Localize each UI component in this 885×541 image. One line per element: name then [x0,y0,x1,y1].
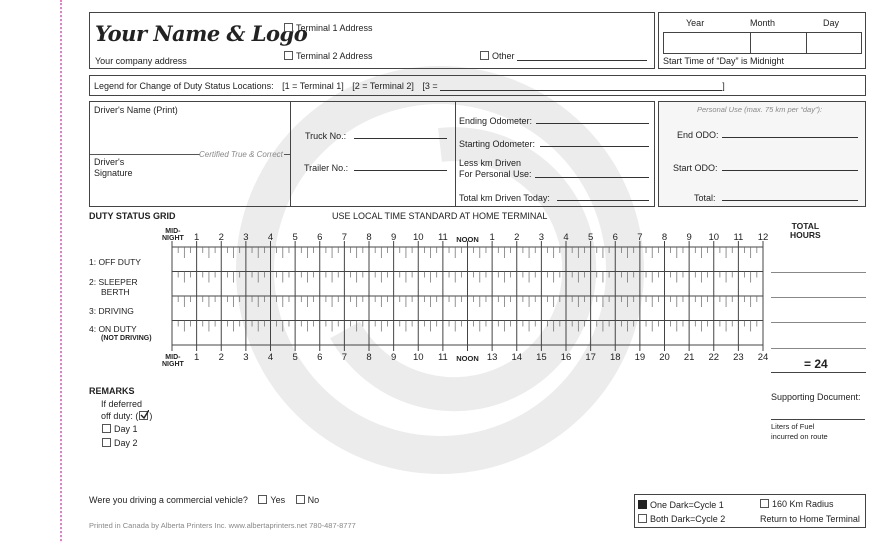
radius-option[interactable]: 160 Km Radius [760,499,834,509]
cycle-box: One Dark=Cycle 1 Both Dark=Cycle 2 160 K… [634,494,866,528]
cycle2-option[interactable]: Both Dark=Cycle 2 [638,514,725,524]
deferred-text: If deferred off duty: ( ) [101,398,152,422]
yes-option[interactable]: Yes [258,495,285,505]
no-label: No [307,495,320,505]
commercial-question: Were you driving a commercial vehicle? Y… [89,495,319,505]
fuel-label-2: incurred on route [771,432,828,441]
radius-label: 160 Km Radius [772,499,834,509]
yes-checkbox[interactable] [258,495,268,504]
deferred-text-1: If deferred [101,399,143,409]
total-sleeper-field[interactable] [771,297,866,298]
deferred-text-2: off duty: ( ) [101,410,152,422]
day2-label: Day 2 [114,438,138,448]
day2-checkbox[interactable] [102,438,111,447]
day1-option[interactable]: Day 1 [102,424,138,434]
duty-status-grid[interactable] [0,0,885,541]
deferred-checkmark-icon [139,410,150,420]
no-option[interactable]: No [295,495,320,505]
total-sum: = 24 [804,357,828,371]
radius-checkbox[interactable] [760,499,769,508]
total-off-duty-field[interactable] [771,272,866,273]
remarks-title: REMARKS [89,386,135,396]
fuel-label: Liters of Fuel incurred on route [771,422,828,442]
total-hours-header: TOTAL HOURS [790,222,821,240]
day1-label: Day 1 [114,424,138,434]
commercial-question-text: Were you driving a commercial vehicle? [89,495,248,505]
supporting-document-label: Supporting Document: [771,392,861,402]
yes-label: Yes [270,495,286,505]
no-checkbox[interactable] [295,495,305,504]
total-hours-2: HOURS [790,230,821,240]
deferred-suffix: ) [149,411,153,421]
cycle1-checkbox[interactable] [638,500,647,509]
printed-by: Printed in Canada by Alberta Printers In… [89,521,356,530]
total-on-duty-field[interactable] [771,348,866,349]
cycle1-option[interactable]: One Dark=Cycle 1 [638,500,724,510]
total-driving-field[interactable] [771,322,866,323]
cycle2-label: Both Dark=Cycle 2 [650,514,726,524]
return-home-label: Return to Home Terminal [760,514,860,524]
day1-checkbox[interactable] [102,424,111,433]
cycle1-label: One Dark=Cycle 1 [650,500,724,510]
cycle2-checkbox[interactable] [638,514,647,523]
fuel-label-1: Liters of Fuel [771,422,815,431]
day2-option[interactable]: Day 2 [102,438,138,448]
deferred-prefix: off duty: ( [101,411,139,421]
total-sum-line [771,372,866,373]
supporting-document-field[interactable] [771,419,865,420]
